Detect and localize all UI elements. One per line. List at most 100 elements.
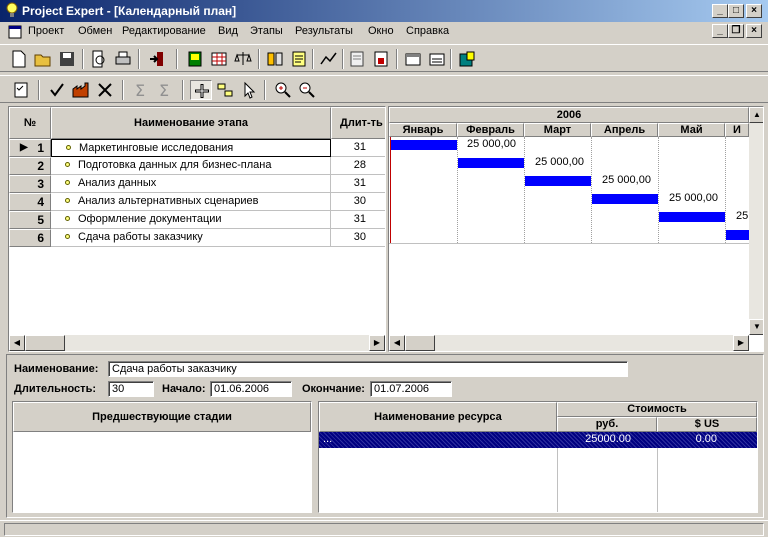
end-label: Окончание: bbox=[302, 383, 365, 395]
doc-minimize-button[interactable]: _ bbox=[712, 24, 728, 38]
add-stage-icon[interactable] bbox=[190, 80, 212, 100]
sum2-icon[interactable]: Σ bbox=[154, 80, 176, 100]
name-label: Наименование: bbox=[14, 363, 99, 375]
import-icon[interactable] bbox=[146, 49, 168, 69]
report-icon[interactable] bbox=[346, 49, 368, 69]
menu-help[interactable]: Справка bbox=[406, 25, 449, 37]
doc-restore-button[interactable]: ❐ bbox=[728, 24, 744, 38]
gantt-bar-label-3: 25 000,00 bbox=[602, 174, 651, 186]
save-icon[interactable] bbox=[56, 49, 78, 69]
menu-window[interactable]: Окно bbox=[368, 25, 394, 37]
table-row-5-name[interactable]: Оформление документации bbox=[51, 211, 331, 229]
col-header-name[interactable]: Наименование этапа bbox=[51, 107, 331, 139]
menu-edit[interactable]: Редактирование bbox=[122, 25, 206, 37]
calendar-grid-icon[interactable] bbox=[208, 49, 230, 69]
stage-dot-icon bbox=[65, 162, 70, 168]
menu-results[interactable]: Результаты bbox=[295, 25, 353, 37]
start-label: Начало: bbox=[162, 383, 206, 395]
row-header-6[interactable]: 6 bbox=[9, 229, 51, 247]
zoom-in-icon[interactable] bbox=[272, 80, 294, 100]
gantt-bar-2[interactable] bbox=[458, 158, 524, 168]
mdi-doc-icon[interactable] bbox=[8, 25, 22, 39]
chart-icon[interactable] bbox=[318, 49, 340, 69]
svg-text:Σ: Σ bbox=[159, 81, 169, 99]
close-button[interactable]: × bbox=[746, 4, 762, 18]
table-row-1-duration[interactable]: 31 bbox=[331, 139, 385, 157]
table-row-5-duration[interactable]: 31 bbox=[331, 211, 385, 229]
table-row-3-name[interactable]: Анализ данных bbox=[51, 175, 331, 193]
predecessors-table[interactable]: Предшествующие стадии bbox=[12, 401, 312, 513]
name-field[interactable]: Сдача работы заказчику bbox=[108, 361, 628, 377]
gantt-hscrollbar[interactable]: ◀ ▶ bbox=[389, 335, 749, 351]
window1-icon[interactable] bbox=[402, 49, 424, 69]
print-icon[interactable] bbox=[112, 49, 134, 69]
table-row-1-name[interactable]: Маркетинговые исследования bbox=[51, 139, 331, 157]
scroll-up-icon[interactable]: ▲ bbox=[749, 107, 763, 123]
resource-name-header: Наименование ресурса bbox=[319, 402, 557, 432]
menu-project[interactable]: Проект bbox=[28, 25, 64, 37]
row-header-5[interactable]: 5 bbox=[9, 211, 51, 229]
new-doc-icon[interactable] bbox=[8, 49, 30, 69]
table-row-3-duration[interactable]: 31 bbox=[331, 175, 385, 193]
database-icon[interactable] bbox=[456, 49, 478, 69]
module-icon[interactable] bbox=[184, 49, 206, 69]
table-row-4-duration[interactable]: 30 bbox=[331, 193, 385, 211]
main-toolbar bbox=[0, 44, 768, 72]
notes-icon[interactable] bbox=[288, 49, 310, 69]
scroll-right-icon[interactable]: ▶ bbox=[369, 335, 385, 351]
maximize-button[interactable]: □ bbox=[728, 4, 744, 18]
sum-icon[interactable]: Σ bbox=[130, 80, 152, 100]
scroll-left-icon[interactable]: ◀ bbox=[9, 335, 25, 351]
resource-row-1[interactable]: ... 25000.00 0.00 bbox=[319, 432, 757, 448]
title-bar: Project Expert - [Календарный план] _ □ … bbox=[0, 0, 768, 22]
start-field[interactable]: 01.06.2006 bbox=[210, 381, 292, 397]
scroll-thumb[interactable] bbox=[25, 335, 65, 351]
gantt-bar-3[interactable] bbox=[525, 176, 591, 186]
month-header-apr: Апрель bbox=[591, 123, 658, 137]
print-preview-icon[interactable] bbox=[88, 49, 110, 69]
calculator-icon[interactable] bbox=[264, 49, 286, 69]
open-folder-icon[interactable] bbox=[32, 49, 54, 69]
row-header-1[interactable]: ▶ 1 bbox=[9, 139, 51, 157]
window2-icon[interactable] bbox=[426, 49, 448, 69]
gantt-bar-1[interactable] bbox=[391, 140, 457, 150]
row-header-3[interactable]: 3 bbox=[9, 175, 51, 193]
end-field[interactable]: 01.07.2006 bbox=[370, 381, 452, 397]
table-row-2-duration[interactable]: 28 bbox=[331, 157, 385, 175]
checklist-icon[interactable] bbox=[10, 80, 32, 100]
factory-icon[interactable] bbox=[70, 80, 92, 100]
scroll-down-icon[interactable]: ▼ bbox=[749, 319, 763, 335]
delete-icon[interactable] bbox=[94, 80, 116, 100]
table-row-6-name[interactable]: Сдача работы заказчику bbox=[51, 229, 331, 247]
menu-view[interactable]: Вид bbox=[218, 25, 238, 37]
col-header-duration[interactable]: Длит-ть bbox=[331, 107, 385, 139]
table-row-6-duration[interactable]: 30 bbox=[331, 229, 385, 247]
menu-stages[interactable]: Этапы bbox=[250, 25, 283, 37]
report-red-icon[interactable] bbox=[370, 49, 392, 69]
scales-icon[interactable] bbox=[232, 49, 254, 69]
gantt-scroll-right-icon[interactable]: ▶ bbox=[733, 335, 749, 351]
grid-hscrollbar[interactable]: ◀ ▶ bbox=[9, 335, 385, 351]
duration-field[interactable]: 30 bbox=[108, 381, 154, 397]
gantt-vscrollbar[interactable]: ▲ ▼ bbox=[749, 107, 763, 335]
gantt-scroll-left-icon[interactable]: ◀ bbox=[389, 335, 405, 351]
svg-text:Σ: Σ bbox=[135, 81, 145, 99]
row-header-4[interactable]: 4 bbox=[9, 193, 51, 211]
col-header-num[interactable]: № bbox=[9, 107, 51, 139]
table-row-2-name[interactable]: Подготовка данных для бизнес-плана bbox=[51, 157, 331, 175]
link-stage-icon[interactable] bbox=[214, 80, 236, 100]
minimize-button[interactable]: _ bbox=[712, 4, 728, 18]
row-header-2[interactable]: 2 bbox=[9, 157, 51, 175]
check-icon[interactable] bbox=[46, 80, 68, 100]
gantt-bar-4[interactable] bbox=[592, 194, 658, 204]
gantt-scroll-thumb[interactable] bbox=[405, 335, 435, 351]
gantt-bar-6[interactable] bbox=[726, 230, 749, 240]
pointer-icon[interactable] bbox=[238, 80, 260, 100]
doc-close-button[interactable]: × bbox=[746, 24, 762, 38]
table-row-4-name[interactable]: Анализ альтернативных сценариев bbox=[51, 193, 331, 211]
menu-exchange[interactable]: Обмен bbox=[78, 25, 112, 37]
gantt-bar-5[interactable] bbox=[659, 212, 725, 222]
today-line bbox=[390, 137, 391, 243]
zoom-out-icon[interactable] bbox=[296, 80, 318, 100]
resources-table: Наименование ресурса Стоимость руб. $ US… bbox=[318, 401, 758, 513]
